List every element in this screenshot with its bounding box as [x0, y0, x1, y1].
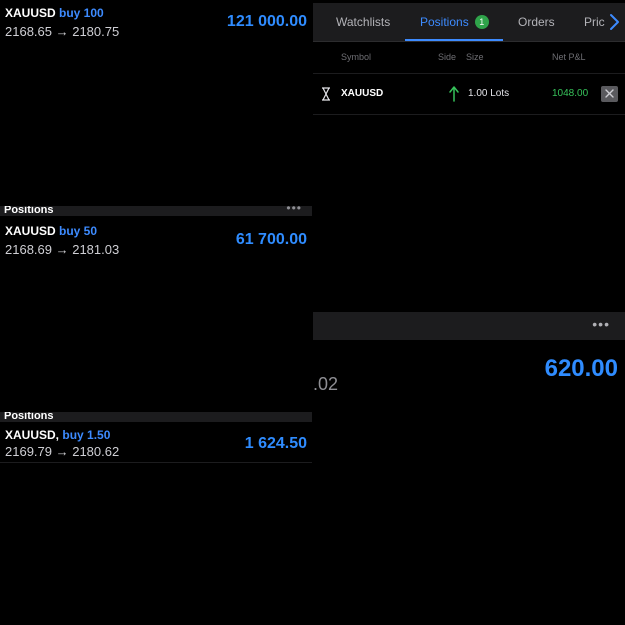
section-title: Positions: [4, 412, 54, 422]
more-options-icon[interactable]: •••: [286, 206, 302, 215]
active-tab-indicator: [405, 39, 503, 41]
position-symbol: XAUUSD: [341, 88, 384, 99]
trade-prices: 2168.69 → 2181.03: [5, 242, 120, 257]
more-options-icon[interactable]: •••: [592, 316, 610, 332]
trade-side: buy 100: [59, 6, 104, 20]
section-title: Positions: [4, 206, 54, 216]
price-fragment: .02: [313, 374, 339, 394]
trade-profit: 61 700.00: [235, 231, 307, 248]
arrow-up-icon: [449, 86, 459, 102]
hourglass-icon: [322, 87, 330, 101]
trade-symbol: XAUUSD,: [5, 428, 60, 442]
trade-card-3[interactable]: XAUUSD, buy 1.50 2169.79 → 2180.62 1 624…: [0, 422, 312, 462]
column-header-net-pnl: Net P&L: [552, 52, 586, 62]
trade-title: XAUUSD buy 50: [5, 224, 97, 239]
trade-side: buy 50: [59, 224, 98, 238]
position-net-pnl: 1048.00: [552, 88, 589, 99]
tab-label: Positions: [420, 15, 469, 29]
tab-label: Watchlists: [336, 15, 391, 29]
trade-profit: 620.00: [544, 355, 618, 382]
positions-section-header: Positions: [0, 412, 312, 422]
lower-section-header: •••: [313, 312, 625, 340]
tab-orders[interactable]: Orders: [518, 3, 555, 41]
trade-profit: 1 624.50: [244, 435, 307, 452]
trade-card-2[interactable]: XAUUSD buy 50 2168.69 → 2181.03 61 700.0…: [0, 218, 312, 263]
close-position-button[interactable]: [601, 86, 618, 102]
trade-profit: 121 000.00: [226, 13, 307, 30]
chevron-right-icon[interactable]: [607, 12, 621, 32]
positions-count-badge: 1: [474, 15, 489, 29]
tab-label: Pric: [584, 15, 605, 29]
trade-title: XAUUSD buy 100: [5, 6, 104, 21]
trade-side: buy 1.50: [62, 428, 111, 442]
column-header-symbol: Symbol: [341, 52, 372, 62]
trade-title: XAUUSD, buy 1.50: [5, 428, 110, 443]
close-icon: [605, 89, 614, 98]
position-row[interactable]: XAUUSD 1.00 Lots 1048.00: [313, 73, 625, 115]
trade-card-1[interactable]: XAUUSD buy 100 2168.65 → 2180.75 121 000…: [0, 0, 312, 45]
tab-prices[interactable]: Pric: [584, 3, 605, 41]
trade-prices: 2168.65 → 2180.75: [5, 24, 120, 39]
trade-symbol: XAUUSD: [5, 224, 56, 238]
column-header-side: Side: [438, 52, 457, 62]
positions-section-header: Positions •••: [0, 206, 312, 216]
tab-positions[interactable]: Positions 1: [420, 3, 489, 41]
tab-label: Orders: [518, 15, 555, 29]
positions-panel: Watchlists Positions 1 Orders Pric Symbol…: [313, 0, 625, 310]
tab-watchlists[interactable]: Watchlists: [336, 3, 390, 41]
tab-bar: Watchlists Positions 1 Orders Pric: [313, 3, 625, 42]
column-header-size: Size: [466, 52, 484, 62]
position-size: 1.00 Lots: [468, 88, 510, 99]
row-divider: [0, 462, 312, 463]
trade-symbol: XAUUSD: [5, 6, 56, 20]
trade-prices: 2169.79 → 2180.62: [5, 444, 120, 459]
